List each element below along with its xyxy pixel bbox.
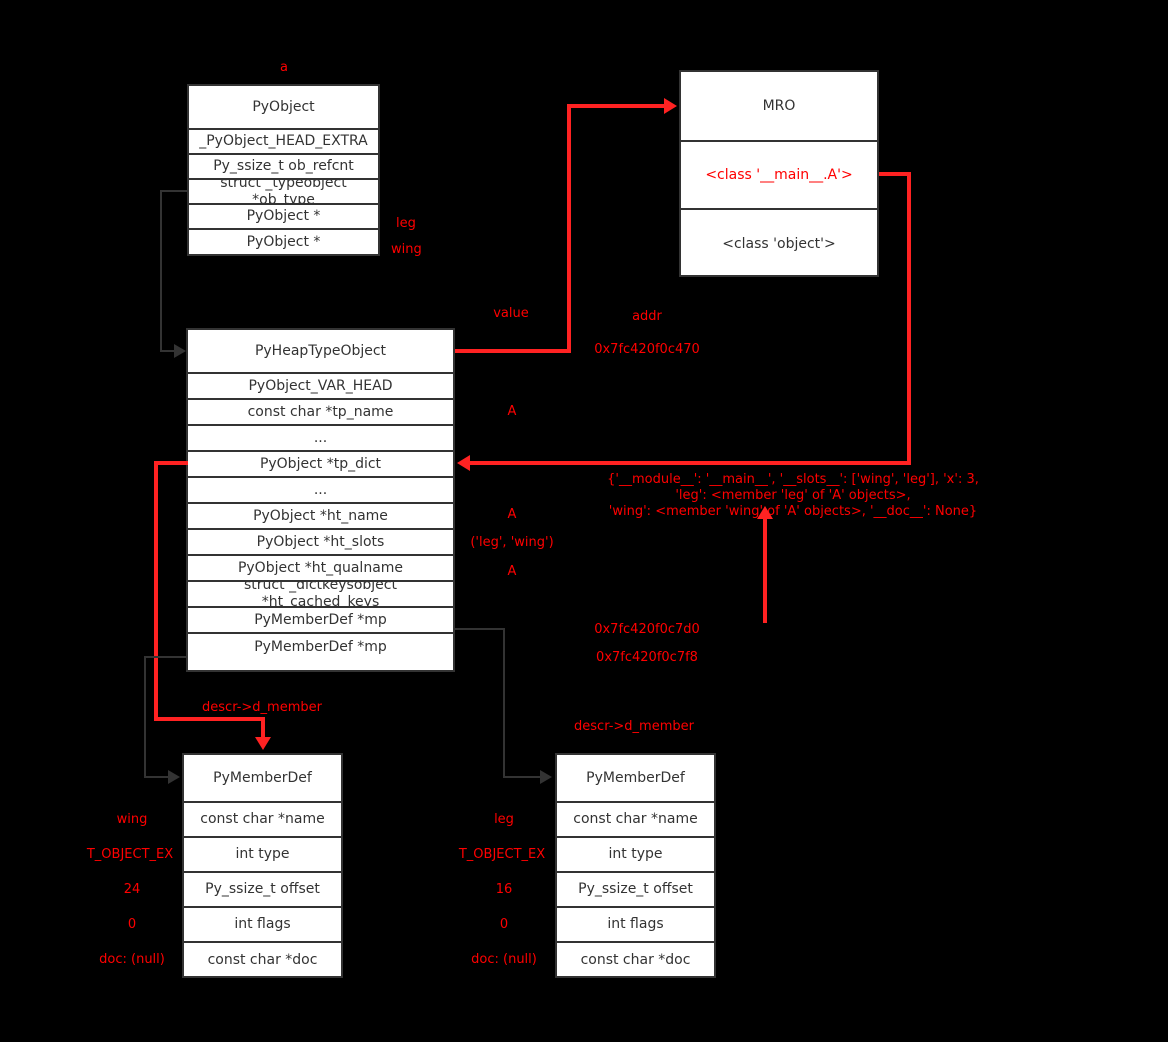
pymemberdef-leg-row-flags: int flags xyxy=(557,908,714,943)
annotation-mp-addr-2: 0x7fc420f0c7f8 xyxy=(596,650,698,665)
pymemberdef-wing-value-name: wing xyxy=(116,812,148,827)
pymemberdef-leg-row-offset: Py_ssize_t offset xyxy=(557,873,714,908)
connector-obtype-seg-v xyxy=(160,190,162,352)
pymemberdef-wing-row-offset: Py_ssize_t offset xyxy=(184,873,341,908)
pymemberdef-leg-value-doc: doc: (null) xyxy=(471,952,537,967)
connector-dict-pointer-line xyxy=(763,518,767,623)
pymemberdef-leg-value-name: leg xyxy=(494,812,514,827)
pyheaptypeobject-row-tp-name: const char *tp_name xyxy=(188,400,453,426)
pymemberdef-leg-row-doc: const char *doc xyxy=(580,952,691,968)
pymemberdef-wing-row-name: const char *name xyxy=(184,803,341,838)
pymemberdef-leg-header: PyMemberDef xyxy=(557,755,714,803)
pyobject-row-ob-type: struct _typeobject *ob_type xyxy=(189,180,378,205)
annotation-mp-addr-1: 0x7fc420f0c7d0 xyxy=(594,622,700,637)
annotation-tp-name-value: A xyxy=(507,404,517,419)
pyheaptypeobject-row-tp-dict: PyObject *tp_dict xyxy=(188,452,453,478)
pymemberdef-wing-row-flags: int flags xyxy=(184,908,341,943)
pyheaptypeobject-row-ht-cached-keys: struct _dictkeysobject *ht_cached_keys xyxy=(188,582,453,608)
pyheaptypeobject-row-mp-1: PyMemberDef *mp xyxy=(188,608,453,634)
pyobject-row-slot-leg: PyObject * xyxy=(189,205,378,230)
pyobject-slot-label-leg: leg xyxy=(396,216,416,231)
pymemberdef-leg-box: PyMemberDef const char *name int type Py… xyxy=(555,753,716,978)
pymemberdef-leg-value-flags: 0 xyxy=(499,917,509,932)
pyheaptypeobject-header: PyHeapTypeObject xyxy=(188,330,453,374)
mro-box: MRO <class '__main__.A'> <class 'object'… xyxy=(679,70,879,277)
connector-tpdict-arrowhead xyxy=(457,455,470,471)
connector-obtype-seg-h1 xyxy=(160,190,188,192)
annotation-addr: addr xyxy=(632,309,662,324)
connector-tpdict-seg-h2 xyxy=(470,461,911,465)
pyheaptypeobject-row-ellipsis-2: ... xyxy=(188,478,453,504)
pyheaptypeobject-row-ht-slots: PyObject *ht_slots xyxy=(188,530,453,556)
connector-descr-wing-seg-h2 xyxy=(154,717,265,721)
pyobject-row-ob-refcnt: Py_ssize_t ob_refcnt xyxy=(189,155,378,180)
connector-mp2-seg-v xyxy=(144,656,146,778)
connector-mro-arrowhead xyxy=(664,98,677,114)
pymemberdef-wing-value-type: T_OBJECT_EX xyxy=(86,847,174,862)
pymemberdef-leg-value-type: T_OBJECT_EX xyxy=(458,847,546,862)
instance-label-a: a xyxy=(280,60,288,75)
connector-tpdict-seg-v xyxy=(907,172,911,465)
connector-descr-wing-seg-v1 xyxy=(154,461,158,721)
pymemberdef-wing-box: PyMemberDef const char *name int type Py… xyxy=(182,753,343,978)
diagram-canvas: a PyObject _PyObject_HEAD_EXTRA Py_ssize… xyxy=(0,0,1168,1042)
pymemberdef-wing-value-offset: 24 xyxy=(123,882,141,897)
pyheaptypeobject-struct-box: PyHeapTypeObject PyObject_VAR_HEAD const… xyxy=(186,328,455,672)
annotation-ht-name-value: A xyxy=(507,507,517,522)
annotation-addr-value: 0x7fc420f0c470 xyxy=(594,342,700,357)
pymemberdef-leg-row-type: int type xyxy=(557,838,714,873)
mro-entry-class-object: <class 'object'> xyxy=(722,236,836,252)
connector-mro-seg-h2 xyxy=(567,104,667,108)
pymemberdef-wing-value-doc: doc: (null) xyxy=(99,952,165,967)
pyheaptypeobject-row-ht-name: PyObject *ht_name xyxy=(188,504,453,530)
pyheaptypeobject-row-var-head: PyObject_VAR_HEAD xyxy=(188,374,453,400)
connector-dict-pointer-arrowhead xyxy=(757,506,773,519)
pyobject-slot-label-wing: wing xyxy=(391,242,422,257)
pymemberdef-wing-value-flags: 0 xyxy=(127,917,137,932)
connector-descr-wing-seg-h1 xyxy=(154,461,188,465)
connector-mp1-seg-h1 xyxy=(455,628,505,630)
connector-obtype-arrowhead xyxy=(174,344,186,358)
connector-mro-seg-h1 xyxy=(455,349,571,353)
connector-mp1-seg-v xyxy=(503,628,505,778)
annotation-ht-qualname-value: A xyxy=(507,564,517,579)
pyobject-row-slot-wing: PyObject * xyxy=(246,234,321,250)
mro-header: MRO xyxy=(681,72,877,142)
pyheaptypeobject-row-ellipsis-1: ... xyxy=(188,426,453,452)
pymemberdef-leg-value-offset: 16 xyxy=(495,882,513,897)
pyobject-row-head-extra: _PyObject_HEAD_EXTRA xyxy=(189,130,378,155)
pyheaptypeobject-row-mp-2: PyMemberDef *mp xyxy=(254,638,387,655)
connector-descr-wing-seg-v2 xyxy=(261,717,265,739)
connector-descr-wing-arrowhead xyxy=(255,737,271,750)
connector-mro-seg-v xyxy=(567,104,571,353)
descr-d-member-label-leg: descr->d_member xyxy=(574,719,694,734)
pyobject-struct-box: PyObject _PyObject_HEAD_EXTRA Py_ssize_t… xyxy=(187,84,380,256)
pyobject-header: PyObject xyxy=(189,86,378,130)
pymemberdef-leg-row-name: const char *name xyxy=(557,803,714,838)
mro-entry-class-a: <class '__main__.A'> xyxy=(681,142,877,210)
annotation-tp-dict-value: {'__module__': '__main__', '__slots__': … xyxy=(607,472,979,519)
pymemberdef-wing-row-doc: const char *doc xyxy=(207,952,318,968)
connector-mp1-seg-h2 xyxy=(503,776,541,778)
connector-mp2-seg-h1 xyxy=(144,656,188,658)
pymemberdef-wing-header: PyMemberDef xyxy=(184,755,341,803)
annotation-value: value xyxy=(493,306,529,321)
pymemberdef-wing-row-type: int type xyxy=(184,838,341,873)
annotation-ht-slots-value: ('leg', 'wing') xyxy=(470,535,554,550)
descr-d-member-label-wing: descr->d_member xyxy=(202,700,322,715)
connector-mp2-arrowhead xyxy=(168,770,180,784)
pyheaptypeobject-row-ht-qualname: PyObject *ht_qualname xyxy=(188,556,453,582)
connector-mp1-arrowhead xyxy=(540,770,552,784)
connector-mp2-seg-h2 xyxy=(144,776,169,778)
